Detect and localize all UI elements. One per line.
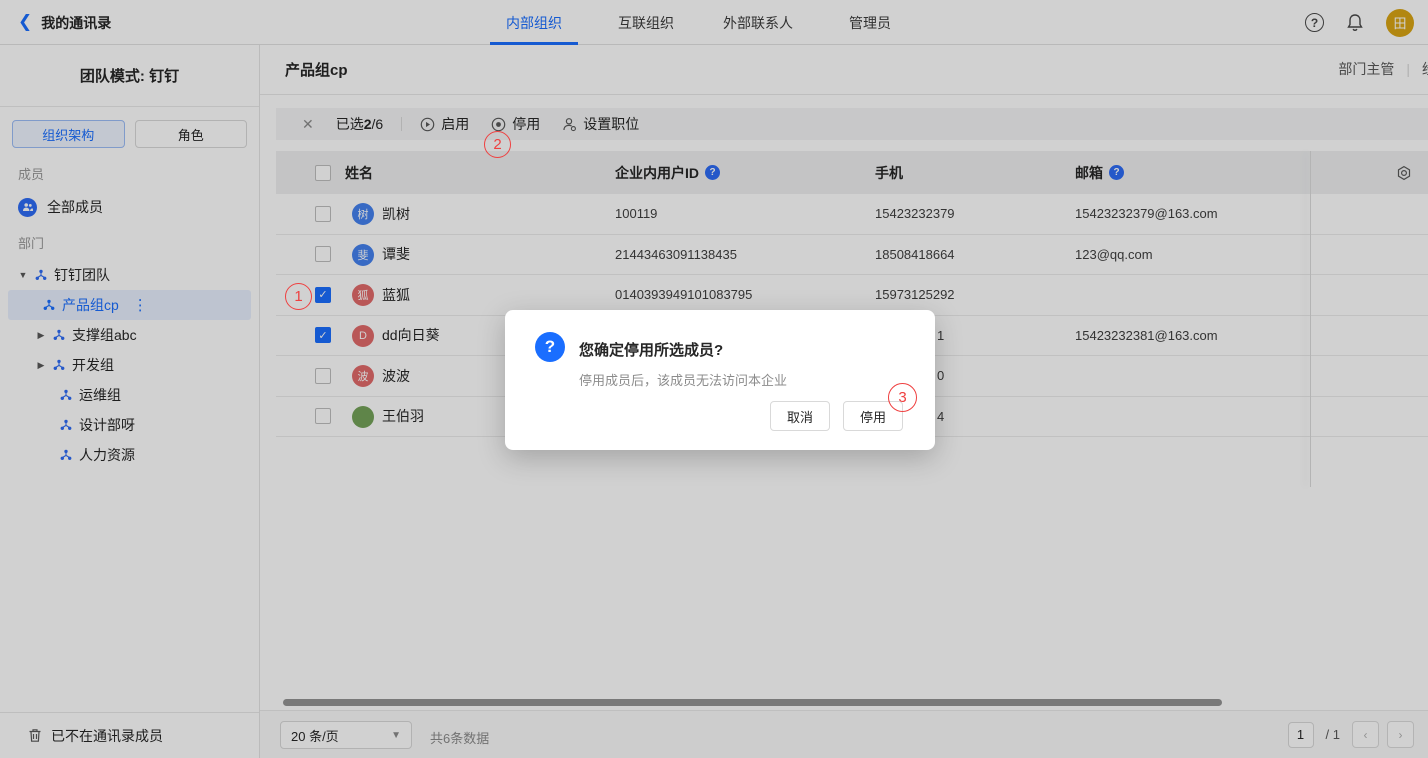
annotation-circle-1: 1 xyxy=(285,283,312,310)
annotation-circle-3: 3 xyxy=(888,383,917,412)
app-window: ❮ 我的通讯录 内部组织 互联组织 外部联系人 管理员 ? 田 团队模式: 钉钉… xyxy=(0,0,1428,758)
dialog-buttons: 取消 停用 xyxy=(770,401,903,431)
confirm-dialog: ? 您确定停用所选成员? 停用成员后，该成员无法访问本企业 取消 停用 xyxy=(505,310,935,450)
annotation-circle-2: 2 xyxy=(484,131,511,158)
dialog-title: 您确定停用所选成员? xyxy=(579,339,723,360)
cancel-button[interactable]: 取消 xyxy=(770,401,830,431)
question-icon: ? xyxy=(535,332,565,362)
dialog-message: 停用成员后，该成员无法访问本企业 xyxy=(579,370,787,389)
